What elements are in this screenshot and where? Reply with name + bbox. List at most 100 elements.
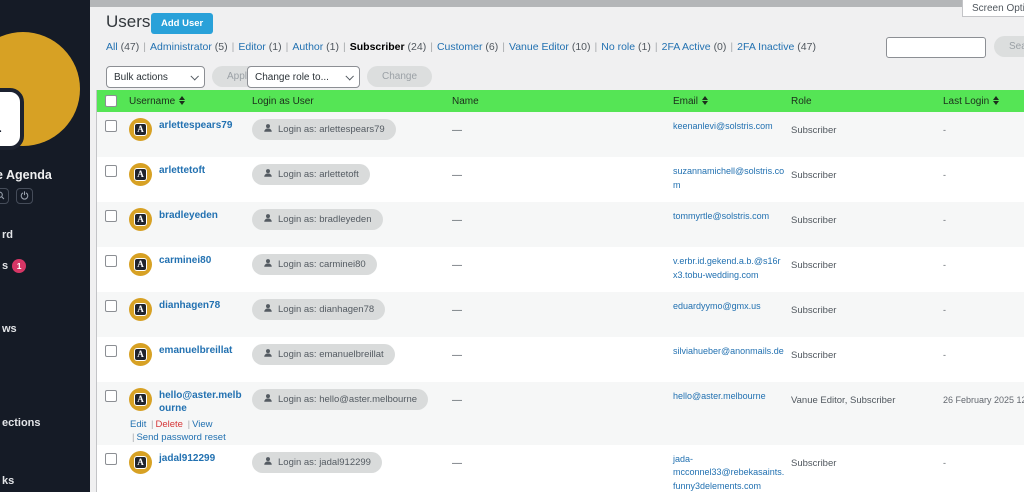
select-all-checkbox[interactable] bbox=[105, 95, 117, 107]
filter-label[interactable]: 2FA Active bbox=[662, 41, 711, 53]
row-checkbox[interactable] bbox=[105, 255, 117, 267]
avatar-letter: A bbox=[134, 348, 147, 361]
role-value: Subscriber bbox=[791, 215, 837, 226]
filter-link-vanue-editor[interactable]: Vanue Editor (10) bbox=[509, 41, 591, 53]
row-checkbox[interactable] bbox=[105, 390, 117, 402]
role-value: Subscriber bbox=[791, 350, 837, 361]
email-link[interactable]: jada-mcconnel33@rebekasaints.funny3delem… bbox=[673, 453, 785, 492]
column-header-label: Role bbox=[791, 95, 812, 107]
sidebar-item-fragment[interactable]: rd bbox=[2, 229, 13, 241]
email-link[interactable]: v.erbr.id.gekend.a.b.@s16rx3.tobu-weddin… bbox=[673, 255, 785, 282]
sidebar-item-fragment[interactable]: s 1 bbox=[2, 259, 27, 273]
filter-label[interactable]: Editor bbox=[238, 41, 265, 53]
send-password-reset-link[interactable]: Send password reset bbox=[136, 432, 225, 443]
email-link[interactable]: tommyrtle@solstris.com bbox=[673, 210, 785, 224]
column-header-label: Login as User bbox=[252, 95, 314, 107]
filter-label[interactable]: All bbox=[106, 41, 118, 53]
avatar: A bbox=[129, 253, 152, 276]
avatar-letter: A bbox=[134, 303, 147, 316]
column-header-last-login[interactable]: Last Login bbox=[939, 96, 1024, 107]
filter-link-no-role[interactable]: No role (1) bbox=[601, 41, 651, 53]
table-row: Acarminei80 Login as: carminei80 — v.erbr.i… bbox=[97, 247, 1024, 292]
change-button[interactable]: Change bbox=[367, 66, 433, 87]
username-link[interactable]: dianhagen78 bbox=[159, 300, 220, 313]
filter-link-all[interactable]: All (47) bbox=[106, 41, 139, 53]
login-as-button[interactable]: Login as: arlettetoft bbox=[252, 164, 370, 185]
filter-link-2fa-active[interactable]: 2FA Active (0) bbox=[662, 41, 727, 53]
bulk-actions-select[interactable]: Bulk actions bbox=[106, 66, 205, 88]
login-as-button[interactable]: Login as: dianhagen78 bbox=[252, 299, 386, 320]
row-checkbox[interactable] bbox=[105, 452, 117, 465]
email-link[interactable]: hello@aster.melbourne bbox=[673, 390, 785, 404]
last-login-value: - bbox=[943, 125, 946, 135]
row-checkbox[interactable] bbox=[105, 210, 117, 222]
filter-count: (24) bbox=[407, 41, 427, 53]
users-table: Username Login as User Name Email Role Last L… bbox=[96, 90, 1024, 492]
last-login-value: - bbox=[943, 170, 946, 180]
sidebar-search-button[interactable] bbox=[0, 188, 9, 204]
login-as-button[interactable]: Login as: jadal912299 bbox=[252, 451, 382, 473]
search-users-input[interactable] bbox=[886, 37, 986, 58]
filter-link-editor[interactable]: Editor (1) bbox=[238, 41, 281, 53]
email-link[interactable]: suzannamichell@solstris.com bbox=[673, 165, 785, 192]
column-header-username[interactable]: Username bbox=[125, 96, 248, 107]
sort-icon bbox=[179, 96, 186, 106]
filter-label[interactable]: Vanue Editor bbox=[509, 41, 569, 53]
email-link[interactable]: eduardyymo@gmx.us bbox=[673, 300, 785, 314]
column-header-email[interactable]: Email bbox=[669, 96, 787, 107]
screen-options-tab[interactable]: Screen Options bbox=[962, 0, 1024, 17]
login-as-label: Login as: arlettetoft bbox=[278, 169, 359, 180]
row-checkbox[interactable] bbox=[105, 345, 117, 357]
login-as-label: Login as: emanuelbreillat bbox=[278, 349, 384, 360]
username-link[interactable]: hello@aster.melbourne bbox=[159, 390, 244, 415]
email-link[interactable]: keenanlevi@solstris.com bbox=[673, 120, 785, 134]
username-link[interactable]: bradleyeden bbox=[159, 210, 218, 223]
change-role-select[interactable]: Change role to... bbox=[247, 66, 360, 88]
avatar-letter: A bbox=[134, 168, 147, 181]
sidebar-item-fragment[interactable]: ks bbox=[2, 475, 14, 487]
table-row: Ajadal912299 Login as: jadal912299 — jada-m… bbox=[97, 444, 1024, 492]
filter-label[interactable]: No role bbox=[601, 41, 635, 53]
row-checkbox[interactable] bbox=[105, 165, 117, 177]
column-header-label: Name bbox=[452, 95, 479, 107]
sidebar-item-fragment[interactable]: ections bbox=[2, 417, 41, 429]
view-link[interactable]: View bbox=[192, 419, 212, 430]
sidebar-power-button[interactable] bbox=[16, 188, 33, 204]
row-checkbox[interactable] bbox=[105, 300, 117, 312]
edit-link[interactable]: Edit bbox=[130, 419, 146, 430]
filter-label[interactable]: Customer bbox=[437, 41, 483, 53]
row-checkbox[interactable] bbox=[105, 120, 117, 132]
avatar: A bbox=[129, 388, 152, 411]
filter-link-author[interactable]: Author (1) bbox=[292, 41, 339, 53]
login-as-button[interactable]: Login as: carminei80 bbox=[252, 254, 377, 275]
filter-label[interactable]: Administrator bbox=[150, 41, 212, 53]
add-user-button[interactable]: Add User bbox=[151, 13, 214, 34]
delete-link[interactable]: Delete bbox=[155, 419, 182, 430]
avatar: A bbox=[129, 298, 152, 321]
table-row: Adianhagen78 Login as: dianhagen78 — eduard… bbox=[97, 292, 1024, 337]
login-as-button[interactable]: Login as: bradleyeden bbox=[252, 209, 383, 230]
last-login-value: - bbox=[943, 350, 946, 360]
search-users-button[interactable]: Search bbox=[994, 36, 1024, 57]
username-link[interactable]: arlettespears79 bbox=[159, 120, 232, 133]
login-as-button[interactable]: Login as: emanuelbreillat bbox=[252, 344, 395, 365]
username-link[interactable]: jadal912299 bbox=[159, 453, 215, 466]
top-strip bbox=[90, 0, 1024, 7]
username-link[interactable]: carminei80 bbox=[159, 255, 211, 268]
filter-link-customer[interactable]: Customer (6) bbox=[437, 41, 498, 53]
filter-link-administrator[interactable]: Administrator (5) bbox=[150, 41, 228, 53]
filter-link-subscriber[interactable]: Subscriber (24) bbox=[350, 41, 426, 53]
filter-link-2fa-inactive[interactable]: 2FA Inactive (47) bbox=[737, 41, 816, 53]
email-link[interactable]: silviahueber@anonmails.de bbox=[673, 345, 785, 359]
filter-label[interactable]: Author bbox=[292, 41, 323, 53]
site-title: e Agenda bbox=[0, 168, 52, 182]
username-link[interactable]: arlettetoft bbox=[159, 165, 205, 178]
login-as-button[interactable]: Login as: arlettespears79 bbox=[252, 119, 396, 140]
name-value: — bbox=[452, 215, 462, 226]
login-as-label: Login as: carminei80 bbox=[278, 259, 366, 270]
username-link[interactable]: emanuelbreillat bbox=[159, 345, 232, 358]
filter-label[interactable]: 2FA Inactive bbox=[737, 41, 794, 53]
login-as-button[interactable]: Login as: hello@aster.melbourne bbox=[252, 389, 429, 410]
sidebar-item-fragment[interactable]: ws bbox=[2, 323, 17, 335]
sidebar-item-label: ections bbox=[2, 417, 41, 429]
